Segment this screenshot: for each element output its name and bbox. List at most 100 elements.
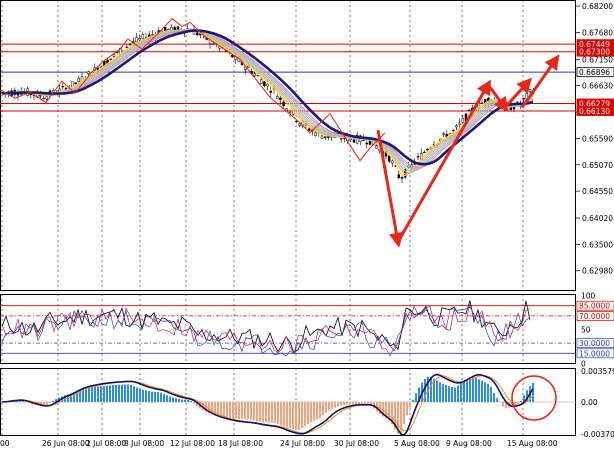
macd-bar <box>457 385 459 402</box>
candle-body <box>480 102 484 104</box>
candle-body <box>442 133 445 135</box>
macd-bar <box>463 381 465 402</box>
candle-body <box>135 37 138 42</box>
candle-body <box>163 27 167 32</box>
macd-bar <box>496 398 498 402</box>
macd-bar <box>352 402 354 405</box>
candle-body <box>138 38 141 41</box>
candle-body <box>279 97 282 101</box>
macd-bar <box>301 402 303 429</box>
macd-bar <box>139 388 141 402</box>
macd-bar <box>481 380 483 402</box>
candle-body <box>339 138 343 140</box>
x-tick-label: 5 Aug 08:00 <box>394 439 440 448</box>
macd-bar <box>478 379 480 402</box>
x-tick-label: 30 Jul 08:00 <box>334 439 379 448</box>
candle-body <box>253 73 257 77</box>
macd-bar <box>358 402 360 405</box>
macd-bar <box>112 385 114 402</box>
oscillator-level-label: 15.0000 <box>579 349 610 358</box>
candle-body <box>141 34 145 39</box>
candle-body <box>375 145 378 149</box>
macd-bar <box>244 402 246 420</box>
macd-bar <box>340 402 342 406</box>
macd-tick-label: 0.0035798 <box>581 367 614 376</box>
macd-bar <box>448 386 450 402</box>
macd-bar <box>502 402 504 407</box>
candle-body <box>323 136 327 138</box>
macd-bar <box>412 399 414 402</box>
macd-bar <box>283 402 285 427</box>
x-tick-label: 15 Aug 08:00 <box>507 439 558 448</box>
macd-bar <box>136 387 138 402</box>
macd-bar <box>532 382 534 402</box>
macd-bar <box>220 402 222 416</box>
macd-bar <box>97 386 99 402</box>
macd-bar <box>124 384 126 402</box>
macd-bar <box>91 386 93 402</box>
macd-axis: 0.0035798 0.00 -0.003706 <box>581 367 614 439</box>
candle-body <box>61 86 65 88</box>
macd-bar <box>484 382 486 402</box>
candle-body <box>259 79 263 84</box>
macd-bar <box>106 385 108 402</box>
macd-bar <box>328 402 330 411</box>
candle-body <box>387 155 391 162</box>
candle-body <box>77 77 81 82</box>
macd-bar <box>226 402 228 418</box>
candle-body <box>522 98 525 100</box>
macd-bar <box>274 402 276 423</box>
macd-bar <box>286 402 288 428</box>
candle-body <box>423 151 426 153</box>
macd-bar <box>454 387 456 402</box>
macd-bar <box>319 402 321 419</box>
macd-bar <box>430 376 432 402</box>
macd-bar <box>121 384 123 402</box>
macd-bar <box>154 391 156 402</box>
macd-bar <box>472 377 474 402</box>
macd-bar <box>253 402 255 421</box>
macd-bar <box>169 396 171 402</box>
macd-bar <box>280 402 282 426</box>
macd-bar <box>520 400 522 402</box>
candle-body <box>391 160 394 164</box>
macd-bar <box>298 402 300 430</box>
macd-bar <box>178 398 180 402</box>
macd-bar <box>145 390 147 402</box>
macd-bar <box>436 380 438 402</box>
macd-bar <box>22 401 24 402</box>
macd-bar <box>361 402 363 405</box>
candle-body <box>451 129 455 131</box>
macd-bar <box>517 402 519 404</box>
macd-bar <box>175 398 177 402</box>
macd-tick-label: 0.00 <box>581 398 598 407</box>
candle-body <box>195 32 199 36</box>
macd-bar <box>325 402 327 413</box>
macd-bar <box>262 402 264 422</box>
candle-body <box>42 98 45 100</box>
oscillator-level-label: 70.0000 <box>579 312 610 321</box>
macd-bar <box>415 393 417 402</box>
price-axis: 0.682000.676800.671500.666300.661100.655… <box>576 2 614 276</box>
x-tick-label: 18 Jul 08:00 <box>218 439 263 448</box>
x-tick-label: 2 Jul 08:00 <box>86 439 126 448</box>
candle-body <box>282 101 285 106</box>
x-tick-label: 26 Jun 08:00 <box>42 439 90 448</box>
macd-bar <box>238 402 240 419</box>
macd-bar <box>469 378 471 402</box>
macd-bar <box>487 383 489 402</box>
candle-body <box>320 135 324 140</box>
macd-bar <box>49 402 51 403</box>
macd-bar <box>292 402 294 429</box>
macd-bar <box>349 402 351 405</box>
price-tick-label: 0.63500 <box>582 240 613 249</box>
macd-bar <box>157 392 159 402</box>
macd-bar <box>127 384 129 402</box>
macd-bar <box>109 385 111 402</box>
macd-bar <box>334 402 336 408</box>
macd-bar <box>337 402 339 407</box>
candle-body <box>365 142 369 145</box>
oscillator-tick-label: 50 <box>581 326 591 335</box>
macd-bar <box>163 394 165 402</box>
macd-bar <box>232 402 234 419</box>
